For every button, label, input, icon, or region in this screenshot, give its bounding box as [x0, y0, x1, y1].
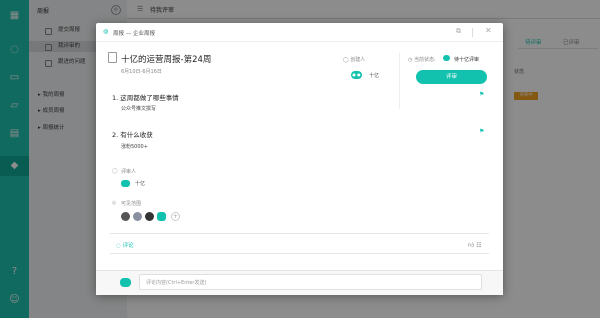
like-icon[interactable]: 👍︎ ☷ — [468, 241, 482, 249]
divider — [110, 233, 489, 234]
comment-tab[interactable]: ◌ 评论 — [116, 241, 134, 249]
report-title: 十亿的运营周报-第24周 — [121, 55, 212, 65]
modal-breadcrumb: 周报 — 企业周报 — [113, 31, 155, 37]
answer-1: 公众号推文撰写 — [121, 106, 157, 112]
status-avatar — [443, 55, 450, 61]
question-1: 1. 这周都做了哪些事情 — [112, 94, 179, 102]
visible-scope-icon: ◎ — [112, 200, 117, 206]
visible-scope-label: 可见范围 — [121, 201, 142, 207]
question-2: 2. 有什么收获 — [112, 131, 153, 139]
open-external-icon[interactable]: ⧉ — [456, 27, 461, 36]
comment-input[interactable]: 评论内容(Ctrl+Enter发送) — [139, 274, 482, 290]
avatar — [121, 212, 130, 221]
report-date-range: 6月10日-6月16日 — [121, 69, 162, 75]
modal-header: ◍ 周报 — 企业周报 ⧉ ✕ — [96, 23, 503, 42]
report-modal: ◍ 周报 — 企业周报 ⧉ ✕ 十亿的运营周报-第24周 6月10日-6月16日… — [96, 23, 503, 294]
reviewer-avatar — [121, 180, 130, 187]
status-value: 待十亿评审 — [454, 57, 480, 63]
avatar — [145, 212, 154, 221]
reviewer-icon: ◯ — [112, 168, 118, 174]
reviewer-name: 十亿 — [135, 181, 146, 187]
commenter-avatar — [120, 278, 131, 287]
document-icon — [108, 52, 117, 63]
flag-icon[interactable]: ⚑ — [479, 91, 484, 98]
review-button[interactable]: 评审 — [416, 70, 487, 84]
divider — [110, 253, 489, 254]
close-icon[interactable]: ✕ — [485, 26, 492, 35]
avatar — [133, 212, 142, 221]
comment-bar: 评论内容(Ctrl+Enter发送) — [96, 270, 503, 295]
reviewer-label: 评审人 — [121, 169, 137, 175]
creator-avatar: ● ● — [351, 71, 362, 79]
report-app-icon: ◍ — [103, 28, 109, 35]
add-member-icon[interactable]: + — [171, 212, 180, 221]
avatar — [157, 212, 166, 221]
answer-2: 涨粉5000+ — [121, 144, 148, 150]
status-label: ◷ 当前状态: — [408, 57, 436, 63]
flag-icon[interactable]: ⚑ — [479, 128, 484, 135]
header-separator — [472, 28, 473, 37]
creator-name: 十亿 — [369, 73, 380, 79]
creator-label: ◯ 创建人 — [343, 57, 366, 63]
header-divider — [399, 53, 400, 109]
